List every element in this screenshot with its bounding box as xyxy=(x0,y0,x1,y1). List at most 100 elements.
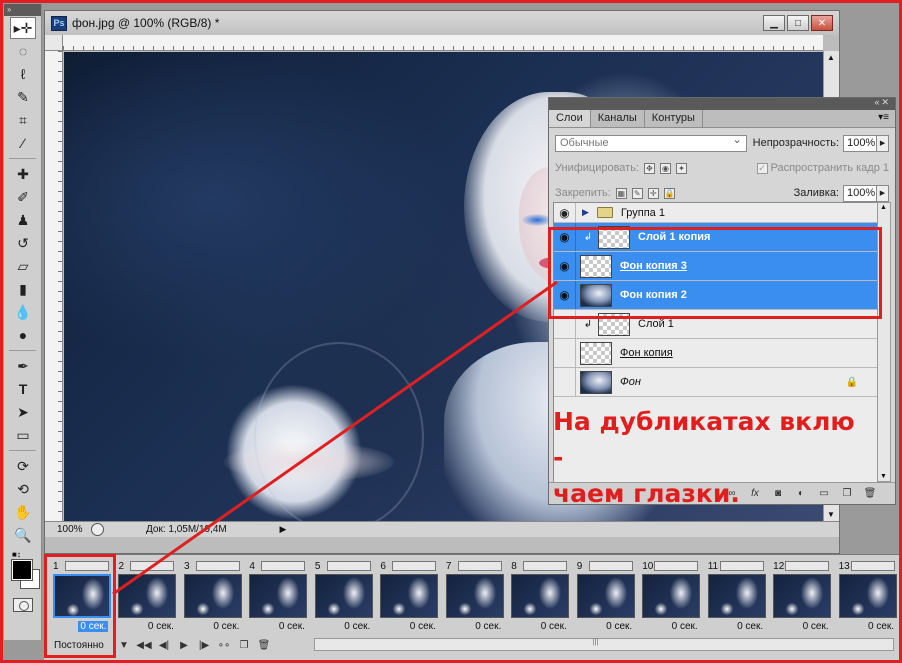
timeline-frame[interactable]: 3 0 сек. xyxy=(180,558,245,634)
frame-delay[interactable]: 0 сек. xyxy=(78,621,109,632)
3d-orbit-tool-icon[interactable]: ⟲ xyxy=(10,478,36,500)
shape-tool-icon[interactable]: ▭ xyxy=(10,424,36,446)
type-tool-icon[interactable]: T xyxy=(10,378,36,400)
eyedropper-tool-icon[interactable]: ⁄ xyxy=(10,132,36,154)
tools-collapse-bar[interactable]: ›› xyxy=(4,4,41,16)
layer-row[interactable]: Фон копия xyxy=(554,339,878,368)
timeline-frame[interactable]: 9 0 сек. xyxy=(573,558,638,634)
lock-position-icon[interactable]: ✛ xyxy=(647,187,659,199)
unify-position-icon[interactable]: ✥ xyxy=(644,162,656,174)
first-frame-icon[interactable]: ◀◀ xyxy=(134,640,154,651)
ruler-origin[interactable] xyxy=(45,35,63,51)
timeline-frame[interactable]: 2 0 сек. xyxy=(114,558,179,634)
marquee-tool-icon[interactable]: ◌ xyxy=(10,40,36,62)
timeline-frame[interactable]: 13 0 сек. xyxy=(835,558,900,634)
tab-paths[interactable]: Контуры xyxy=(645,110,703,127)
blur-tool-icon[interactable]: 💧 xyxy=(10,301,36,323)
crop-tool-icon[interactable]: ⌗ xyxy=(10,109,36,131)
timeline-frame[interactable]: 7 0 сек. xyxy=(442,558,507,634)
visibility-eye-icon[interactable]: ◉ xyxy=(554,203,576,222)
loop-dropdown-icon[interactable]: ▼ xyxy=(114,640,134,651)
minimize-button[interactable]: ▁ xyxy=(763,15,785,31)
frame-delay[interactable]: 0 сек. xyxy=(868,621,894,632)
lock-transparency-icon[interactable]: ▦ xyxy=(615,187,627,199)
path-select-tool-icon[interactable]: ➤ xyxy=(10,401,36,423)
timeline-frame[interactable]: 5 0 сек. xyxy=(311,558,376,634)
timeline-frame[interactable]: 1 0 сек. xyxy=(49,558,114,634)
layer-row[interactable]: ◉ ↲ Слой 1 копия xyxy=(554,223,878,252)
frame-delay[interactable]: 0 сек. xyxy=(737,621,763,632)
timeline-frame[interactable]: 8 0 сек. xyxy=(507,558,572,634)
timeline-frame[interactable]: 4 0 сек. xyxy=(245,558,310,634)
brush-tool-icon[interactable]: ✐ xyxy=(10,186,36,208)
timeline-frame[interactable]: 11 0 сек. xyxy=(704,558,769,634)
horizontal-ruler[interactable] xyxy=(63,35,823,51)
timeline-frame[interactable]: 10 0 сек. xyxy=(638,558,703,634)
duplicate-frame-icon[interactable]: ❐ xyxy=(234,640,254,651)
opacity-field[interactable]: 100% xyxy=(843,134,878,152)
move-tool-icon[interactable]: ▸✛ xyxy=(10,17,36,39)
pen-tool-icon[interactable]: ✒ xyxy=(10,355,36,377)
status-arrow-icon[interactable]: ▶ xyxy=(276,524,290,535)
clone-stamp-tool-icon[interactable]: ♟ xyxy=(10,209,36,231)
lock-pixels-icon[interactable]: ✎ xyxy=(631,187,643,199)
blend-mode-select[interactable]: Обычные xyxy=(555,133,747,152)
propagate-checkbox[interactable]: ✓ xyxy=(756,163,768,174)
maximize-button[interactable]: □ xyxy=(787,15,809,31)
unify-style-icon[interactable]: ✦ xyxy=(676,162,688,174)
frame-delay[interactable]: 0 сек. xyxy=(606,621,632,632)
layer-row[interactable]: ◉ Фон копия 2 xyxy=(554,281,878,310)
tab-layers[interactable]: Слои xyxy=(549,110,591,127)
visibility-eye-icon[interactable]: ◉ xyxy=(554,252,576,280)
lasso-tool-icon[interactable]: ℓ xyxy=(10,63,36,85)
frame-delay[interactable]: 0 сек. xyxy=(213,621,239,632)
frame-delay[interactable]: 0 сек. xyxy=(803,621,829,632)
tab-channels[interactable]: Каналы xyxy=(591,110,645,127)
close-button[interactable]: ✕ xyxy=(811,15,833,31)
document-titlebar[interactable]: Ps фон.jpg @ 100% (RGB/8) * ▁ □ ✕ xyxy=(45,11,839,35)
quick-select-tool-icon[interactable]: ✎ xyxy=(10,86,36,108)
gradient-tool-icon[interactable]: ▮ xyxy=(10,278,36,300)
frame-delay[interactable]: 0 сек. xyxy=(148,621,174,632)
timeline-scrollbar[interactable] xyxy=(314,637,894,651)
history-brush-tool-icon[interactable]: ↺ xyxy=(10,232,36,254)
eraser-tool-icon[interactable]: ▱ xyxy=(10,255,36,277)
fill-field[interactable]: 100% xyxy=(843,184,877,202)
healing-brush-tool-icon[interactable]: ✚ xyxy=(10,163,36,185)
color-swatches[interactable]: ■↕ xyxy=(4,550,41,592)
hand-tool-icon[interactable]: ✋ xyxy=(10,501,36,523)
zoom-level[interactable]: 100% xyxy=(45,524,91,535)
timeline-frame[interactable]: 12 0 сек. xyxy=(769,558,834,634)
foreground-color-swatch[interactable] xyxy=(11,559,33,581)
fill-arrow-icon[interactable]: ▶ xyxy=(877,184,889,202)
opacity-arrow-icon[interactable]: ▶ xyxy=(877,134,890,152)
panel-collapse-bar[interactable]: «✕ xyxy=(549,97,895,110)
prev-frame-icon[interactable]: ◀| xyxy=(154,640,174,651)
dodge-tool-icon[interactable]: ● xyxy=(10,324,36,346)
unify-visibility-icon[interactable]: ◉ xyxy=(660,162,672,174)
visibility-eye-icon[interactable]: ◉ xyxy=(554,281,576,309)
timeline-frame[interactable]: 6 0 сек. xyxy=(376,558,441,634)
frame-delay[interactable]: 0 сек. xyxy=(475,621,501,632)
delete-frame-icon[interactable]: 🗑 xyxy=(254,640,274,651)
frame-delay[interactable]: 0 сек. xyxy=(279,621,305,632)
layer-row[interactable]: ◉ Фон копия 3 xyxy=(554,252,878,281)
quick-mask-icon[interactable] xyxy=(13,598,33,612)
visibility-toggle[interactable] xyxy=(554,339,576,367)
group-expand-icon[interactable]: ▶ xyxy=(582,207,589,218)
layer-row[interactable]: ◉ ▶ Группа 1 xyxy=(554,203,878,223)
frame-delay[interactable]: 0 сек. xyxy=(410,621,436,632)
next-frame-icon[interactable]: |▶ xyxy=(194,640,214,651)
layer-row[interactable]: ↲ Слой 1 xyxy=(554,310,878,339)
frame-delay[interactable]: 0 сек. xyxy=(672,621,698,632)
play-icon[interactable]: ▶ xyxy=(174,640,194,651)
loop-select[interactable]: Постоянно xyxy=(44,640,114,651)
visibility-toggle[interactable] xyxy=(554,368,576,396)
frame-delay[interactable]: 0 сек. xyxy=(541,621,567,632)
lock-all-icon[interactable]: 🔒 xyxy=(663,187,675,199)
vertical-ruler[interactable] xyxy=(45,51,63,521)
3d-rotate-tool-icon[interactable]: ⟳ xyxy=(10,455,36,477)
default-colors-icon[interactable]: ■↕ xyxy=(12,550,21,559)
tween-icon[interactable]: ∘∘ xyxy=(214,640,234,651)
status-menu-icon[interactable] xyxy=(91,523,104,536)
